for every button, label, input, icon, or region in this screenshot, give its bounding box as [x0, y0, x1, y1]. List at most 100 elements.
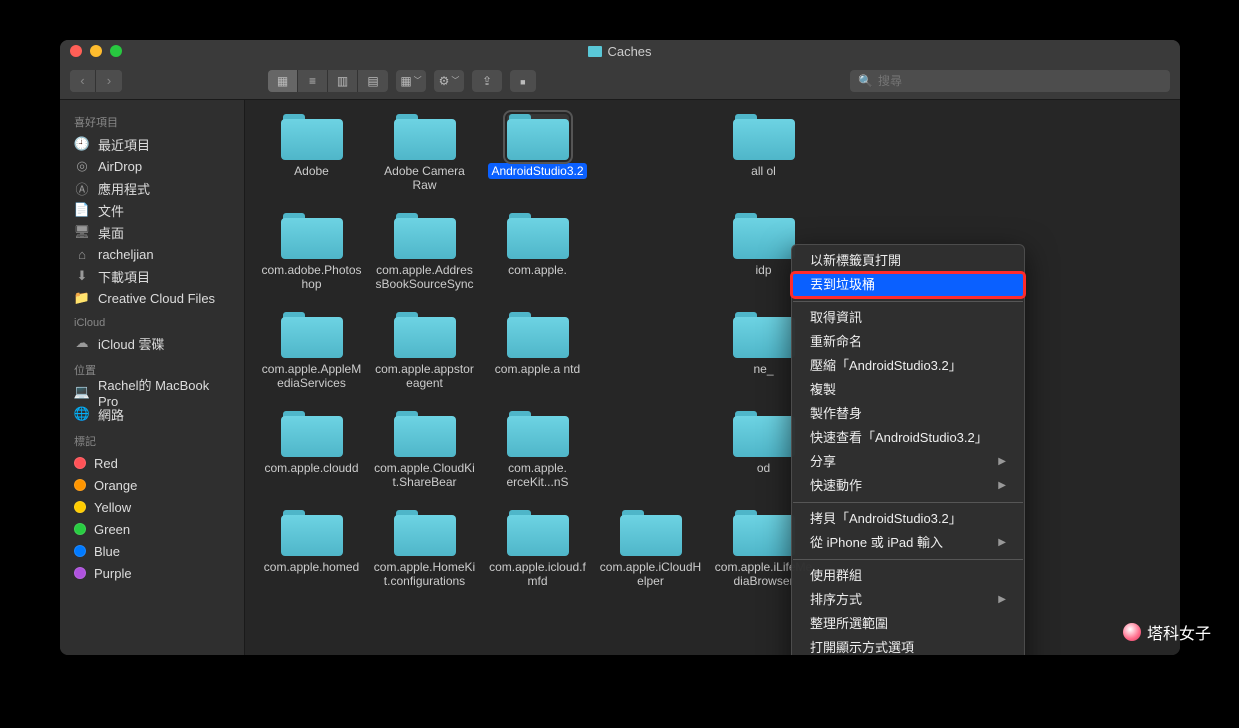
sidebar-item[interactable]: Blue	[60, 540, 244, 562]
folder-item[interactable]: com.apple.icloud.fmfd	[481, 510, 594, 589]
submenu-arrow-icon: ▶	[998, 453, 1006, 471]
zoom-button[interactable]	[110, 45, 122, 57]
sidebar-item[interactable]: Orange	[60, 474, 244, 496]
context-menu-item[interactable]: 從 iPhone 或 iPad 輸入▶	[792, 531, 1024, 555]
sidebar-item[interactable]: Red	[60, 452, 244, 474]
tags-button[interactable]	[510, 70, 535, 92]
context-menu-label: 快速查看「AndroidStudio3.2」	[810, 429, 988, 447]
search-field[interactable]: 🔍	[850, 70, 1170, 92]
column-view-button[interactable]: ▥	[328, 70, 358, 92]
sidebar-item[interactable]: Yellow	[60, 496, 244, 518]
sidebar-section-header: iCloud	[60, 309, 244, 332]
context-menu-item[interactable]: 製作替身	[792, 402, 1024, 426]
folder-icon	[507, 213, 569, 259]
sidebar-item-label: 網路	[98, 405, 124, 424]
sidebar-item[interactable]: 📁Creative Cloud Files	[60, 287, 244, 309]
globe-icon: 🌐	[74, 407, 90, 421]
folder-icon	[588, 46, 602, 57]
folder-item[interactable]: com.apple.AddressBookSourceSync	[368, 213, 481, 292]
folder-item[interactable]: Adobe	[255, 114, 368, 193]
folder-item[interactable]: com.apple.homed	[255, 510, 368, 589]
context-menu-label: 打開顯示方式選項	[810, 639, 914, 655]
folder-label: od	[754, 460, 773, 476]
sidebar-item-label: racheljian	[98, 247, 154, 262]
folder-label: com.apple.	[505, 262, 570, 278]
tag-dot-icon	[74, 567, 86, 579]
sidebar-item[interactable]: Ⓐ應用程式	[60, 177, 244, 199]
sidebar-item-label: Purple	[94, 566, 132, 581]
context-menu-item[interactable]: 使用群組	[792, 564, 1024, 588]
context-menu-item[interactable]: 快速動作▶	[792, 474, 1024, 498]
folder-label: com.apple.AddressBookSourceSync	[371, 262, 479, 292]
folder-label: com.apple.a ntd	[492, 361, 583, 377]
folder-item[interactable]: com.apple.iCloudHelper	[594, 510, 707, 589]
search-icon: 🔍	[858, 74, 873, 88]
folder-item[interactable]: all ol	[707, 114, 820, 193]
context-menu-item[interactable]: 取得資訊	[792, 306, 1024, 330]
folder-item[interactable]: com.apple. erceKit...nS	[481, 411, 594, 490]
sidebar-item[interactable]: ◎AirDrop	[60, 155, 244, 177]
folder-label: com.apple.homed	[261, 559, 362, 575]
folder-item[interactable]: com.apple.CloudKit.ShareBear	[368, 411, 481, 490]
context-menu-label: 取得資訊	[810, 309, 862, 327]
folder-item[interactable]: com.apple.cloudd	[255, 411, 368, 490]
context-menu-item[interactable]: 丟到垃圾桶	[792, 273, 1024, 297]
forward-button[interactable]: ›	[96, 70, 122, 92]
back-button[interactable]: ‹	[70, 70, 96, 92]
context-menu-item[interactable]: 整理所選範圍	[792, 612, 1024, 636]
folder-label: AndroidStudio3.2	[488, 163, 586, 179]
folder-item[interactable]: Adobe Camera Raw	[368, 114, 481, 193]
context-menu-item[interactable]: 以新標籤頁打開	[792, 249, 1024, 273]
arrange-button[interactable]: ▦﹀	[396, 70, 426, 92]
sidebar-item[interactable]: ☁iCloud 雲碟	[60, 332, 244, 354]
gallery-view-button[interactable]: ▤	[358, 70, 388, 92]
sidebar-item[interactable]: Purple	[60, 562, 244, 584]
close-button[interactable]	[70, 45, 82, 57]
folder-item[interactable]: com.apple.	[481, 213, 594, 292]
sidebar-item[interactable]: ⌂racheljian	[60, 243, 244, 265]
context-menu-item[interactable]: 壓縮「AndroidStudio3.2」	[792, 354, 1024, 378]
folder-icon	[394, 510, 456, 556]
sidebar-item[interactable]: 📄文件	[60, 199, 244, 221]
folder-icon	[281, 213, 343, 259]
folder-item[interactable]: com.apple.HomeKit.configurations	[368, 510, 481, 589]
share-button[interactable]	[472, 70, 502, 92]
sidebar-item-label: Red	[94, 456, 118, 471]
icon-view-button[interactable]: ▦	[268, 70, 298, 92]
context-menu-item[interactable]: 拷貝「AndroidStudio3.2」	[792, 507, 1024, 531]
context-menu-item[interactable]: 複製	[792, 378, 1024, 402]
sidebar-item[interactable]: Green	[60, 518, 244, 540]
context-menu-label: 重新命名	[810, 333, 862, 351]
folder-item[interactable]: AndroidStudio3.2	[481, 114, 594, 193]
search-input[interactable]	[878, 74, 1162, 88]
context-menu-item[interactable]: 打開顯示方式選項	[792, 636, 1024, 655]
action-menu-button[interactable]: ﹀	[434, 70, 464, 92]
context-menu-item[interactable]: 排序方式▶	[792, 588, 1024, 612]
folder-icon	[281, 510, 343, 556]
minimize-button[interactable]	[90, 45, 102, 57]
sidebar-item[interactable]: ⬇下載項目	[60, 265, 244, 287]
folder-label: com.apple.HomeKit.configurations	[371, 559, 479, 589]
list-view-button[interactable]: ≡	[298, 70, 328, 92]
folder-item[interactable]: com.adobe.Photoshop	[255, 213, 368, 292]
folder-item[interactable]: com.apple.a ntd	[481, 312, 594, 391]
cloud-icon: ☁	[74, 336, 90, 350]
sidebar-item-label: Blue	[94, 544, 120, 559]
sidebar: 喜好項目🕘最近項目◎AirDropⒶ應用程式📄文件🖥桌面⌂racheljian⬇…	[60, 100, 245, 655]
folder-label: com.apple.cloudd	[261, 460, 361, 476]
folder-label: com.apple.AppleMediaServices	[258, 361, 366, 391]
tag-dot-icon	[74, 457, 86, 469]
sidebar-item[interactable]: 💻Rachel的 MacBook Pro	[60, 381, 244, 403]
context-menu-label: 整理所選範圍	[810, 615, 888, 633]
sidebar-item[interactable]: 🕘最近項目	[60, 133, 244, 155]
context-menu: 以新標籤頁打開丟到垃圾桶取得資訊重新命名壓縮「AndroidStudio3.2」…	[791, 244, 1025, 655]
context-menu-item[interactable]: 快速查看「AndroidStudio3.2」	[792, 426, 1024, 450]
content-area: AdobeAdobe Camera Raw AndroidStudio3.2 all…	[245, 100, 1180, 655]
context-menu-label: 使用群組	[810, 567, 862, 585]
context-menu-item[interactable]: 分享▶	[792, 450, 1024, 474]
folder-item[interactable]: com.apple.appstoreagent	[368, 312, 481, 391]
titlebar: Caches	[60, 40, 1180, 62]
context-menu-item[interactable]: 重新命名	[792, 330, 1024, 354]
folder-item[interactable]: com.apple.AppleMediaServices	[255, 312, 368, 391]
sidebar-item[interactable]: 🖥桌面	[60, 221, 244, 243]
